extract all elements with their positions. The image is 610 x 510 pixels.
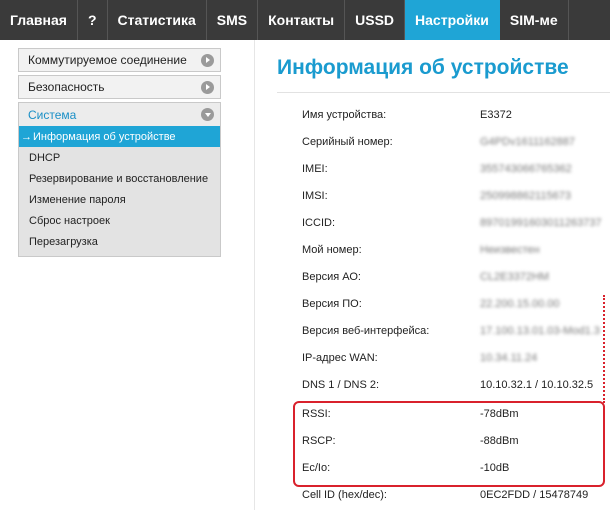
info-row-my-number: Мой номер: Неизвестен xyxy=(255,237,610,264)
chevron-right-icon xyxy=(201,80,214,94)
info-value: 22.200.15.00.00 xyxy=(480,298,560,310)
info-row-wan-ip: IP-адрес WAN: 10.34.11.24 xyxy=(255,345,610,372)
info-value: 10.34.11.24 xyxy=(480,352,538,364)
info-value: 0EC2FDD / 15478749 xyxy=(480,489,589,501)
info-value: 17.100.13.01.03-Mod1.3 xyxy=(480,325,600,337)
device-info-panel: Информация об устройстве Имя устройства:… xyxy=(254,40,610,510)
info-value: 250998862115673 xyxy=(480,190,571,202)
sidebar-section-label: Безопасность xyxy=(28,80,105,94)
tab-ussd[interactable]: USSD xyxy=(345,0,406,40)
chevron-right-icon xyxy=(201,53,214,67)
info-label: Имя устройства: xyxy=(302,109,387,121)
sidebar-item-factory-reset[interactable]: Сброс настроек xyxy=(19,210,220,231)
info-row-imsi: IMSI: 250998862115673 xyxy=(255,183,610,210)
tab-contacts[interactable]: Контакты xyxy=(258,0,346,40)
info-label: Серийный номер: xyxy=(302,136,393,148)
tab-statistics[interactable]: Статистика xyxy=(108,0,207,40)
sidebar-item-dhcp[interactable]: DHCP xyxy=(19,147,220,168)
info-value: 355743066765362 xyxy=(480,163,572,175)
sidebar-item-label: Сброс настроек xyxy=(29,214,110,227)
info-value: G4PDv1611162887 xyxy=(480,136,575,148)
sidebar-item-reboot[interactable]: Перезагрузка xyxy=(19,231,220,252)
settings-sidebar: Коммутируемое соединение Безопасность Си… xyxy=(18,48,221,257)
sidebar-item-change-password[interactable]: Изменение пароля xyxy=(19,189,220,210)
annotation-dotted-line xyxy=(603,295,605,403)
info-row-imei: IMEI: 355743066765362 xyxy=(255,156,610,183)
sidebar-item-label: DHCP xyxy=(29,151,61,164)
info-row-device-name: Имя устройства: E3372 xyxy=(255,102,610,129)
sidebar-section-label: Коммутируемое соединение xyxy=(28,53,187,67)
info-label: IMSI: xyxy=(302,190,328,202)
tab-help[interactable]: ? xyxy=(78,0,108,40)
info-row-serial: Серийный номер: G4PDv1611162887 xyxy=(255,129,610,156)
sidebar-item-device-info[interactable]: → Информация об устройстве xyxy=(19,126,220,147)
system-submenu: → Информация об устройстве DHCP Резервир… xyxy=(18,126,221,257)
info-label: Версия АО: xyxy=(302,271,361,283)
sidebar-item-label: Перезагрузка xyxy=(29,235,98,248)
info-row-dns: DNS 1 / DNS 2: 10.10.32.1 / 10.10.32.5 xyxy=(255,372,610,399)
sidebar-item-label: Изменение пароля xyxy=(29,193,126,206)
info-label: IP-адрес WAN: xyxy=(302,352,378,364)
info-row-web-ui-version: Версия веб-интерфейса: 17.100.13.01.03-M… xyxy=(255,318,610,345)
tab-settings[interactable]: Настройки xyxy=(405,0,500,40)
page-title: Информация об устройстве xyxy=(277,56,569,79)
signal-highlight-box xyxy=(293,401,605,487)
info-row-hardware-version: Версия АО: CL2E3372HM xyxy=(255,264,610,291)
info-value: 10.10.32.1 / 10.10.32.5 xyxy=(480,379,594,391)
tab-home[interactable]: Главная xyxy=(0,0,78,40)
sidebar-item-label: Информация об устройстве xyxy=(33,130,176,143)
info-value: CL2E3372HM xyxy=(480,271,550,283)
info-label: Версия ПО: xyxy=(302,298,362,310)
tab-sim-menu[interactable]: SIM-ме xyxy=(500,0,569,40)
sidebar-section-dialup[interactable]: Коммутируемое соединение xyxy=(18,48,221,72)
info-row-software-version: Версия ПО: 22.200.15.00.00 xyxy=(255,291,610,318)
info-label: ICCID: xyxy=(302,217,335,229)
sidebar-section-system[interactable]: Система xyxy=(18,102,221,126)
arrow-right-icon: → xyxy=(21,130,32,143)
top-navigation-bar: Главная ? Статистика SMS Контакты USSD Н… xyxy=(0,0,610,40)
info-value: E3372 xyxy=(480,109,512,121)
info-label: Версия веб-интерфейса: xyxy=(302,325,430,337)
info-value: Неизвестен xyxy=(480,244,540,256)
sidebar-section-security[interactable]: Безопасность xyxy=(18,75,221,99)
info-row-iccid: ICCID: 89701991603011263737 xyxy=(255,210,610,237)
sidebar-section-label: Система xyxy=(28,107,77,122)
info-label: Cell ID (hex/dec): xyxy=(302,489,387,501)
sidebar-item-label: Резервирование и восстановление xyxy=(29,172,209,185)
info-label: IMEI: xyxy=(302,163,328,175)
info-value: 89701991603011263737 xyxy=(480,217,602,229)
info-label: DNS 1 / DNS 2: xyxy=(302,379,380,391)
sidebar-item-backup-restore[interactable]: Резервирование и восстановление xyxy=(19,168,220,189)
info-label: Мой номер: xyxy=(302,244,362,256)
chevron-down-icon xyxy=(201,108,214,121)
title-divider xyxy=(277,92,610,93)
tab-sms[interactable]: SMS xyxy=(207,0,259,40)
